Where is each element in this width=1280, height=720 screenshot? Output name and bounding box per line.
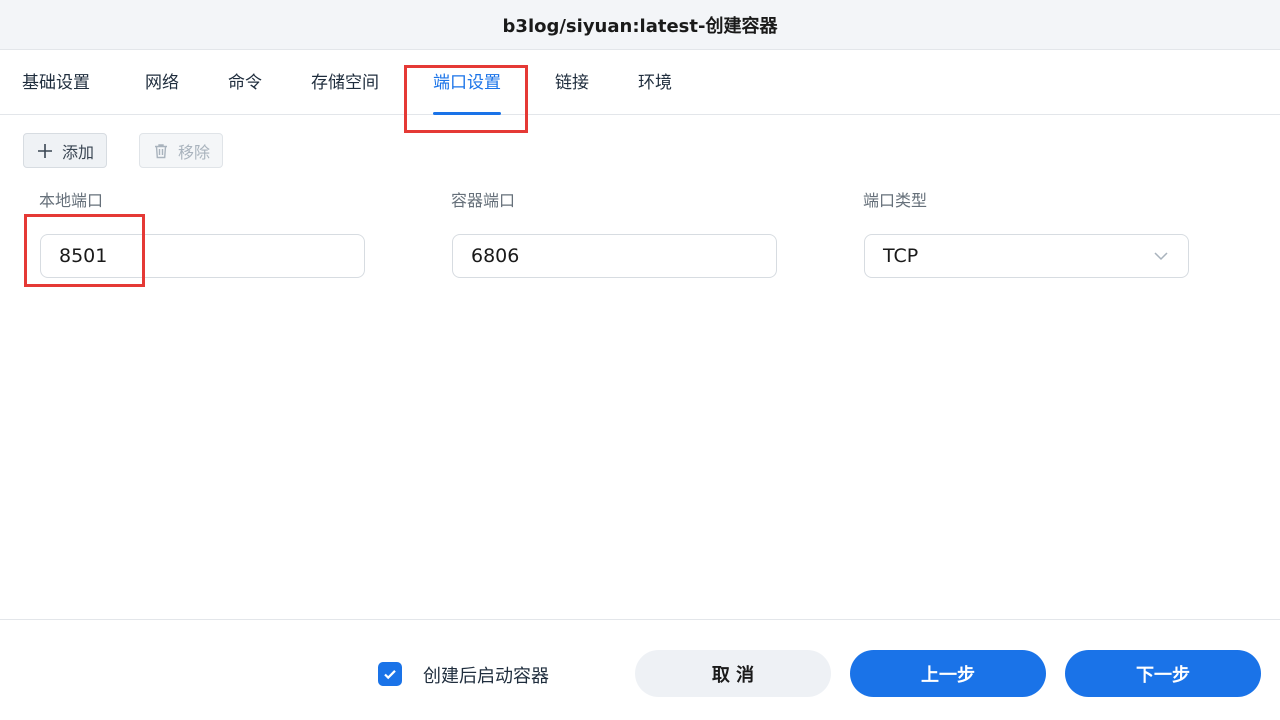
trash-icon	[152, 142, 170, 160]
port-type-select[interactable]: TCP	[864, 234, 1189, 278]
start-after-create-label: 创建后启动容器	[423, 666, 549, 687]
container-port-value: 6806	[471, 245, 520, 267]
add-button[interactable]: 添加	[23, 133, 108, 168]
local-port-label: 本地端口	[39, 191, 104, 210]
check-icon	[382, 666, 398, 682]
window-title: b3log/siyuan:latest-创建容器	[502, 15, 778, 37]
remove-button[interactable]: 移除	[139, 133, 224, 168]
tab-command[interactable]: 命令	[228, 51, 262, 115]
add-button-label: 添加	[62, 142, 95, 162]
tab-links[interactable]: 链接	[555, 51, 589, 115]
cancel-button[interactable]: 取 消	[635, 650, 831, 697]
tab-highlight-box	[404, 65, 528, 133]
container-port-label: 容器端口	[451, 191, 516, 210]
next-step-button[interactable]: 下一步	[1065, 650, 1261, 697]
tab-storage[interactable]: 存储空间	[311, 51, 379, 115]
port-type-label: 端口类型	[863, 191, 928, 210]
tab-environment[interactable]: 环境	[638, 51, 672, 115]
local-port-highlight-box	[24, 214, 145, 287]
container-port-input[interactable]: 6806	[452, 234, 777, 278]
remove-button-label: 移除	[178, 142, 211, 162]
previous-step-button[interactable]: 上一步	[850, 650, 1046, 697]
port-type-value: TCP	[883, 245, 919, 267]
tab-basic-settings[interactable]: 基础设置	[22, 51, 90, 115]
window-titlebar: b3log/siyuan:latest-创建容器	[0, 0, 1280, 50]
tab-bar: 基础设置 网络 命令 存储空间 端口设置 链接 环境	[0, 51, 1280, 115]
tab-network[interactable]: 网络	[145, 51, 179, 115]
plus-icon	[36, 142, 54, 160]
start-after-create-checkbox[interactable]	[378, 662, 402, 686]
chevron-down-icon	[1152, 247, 1170, 265]
